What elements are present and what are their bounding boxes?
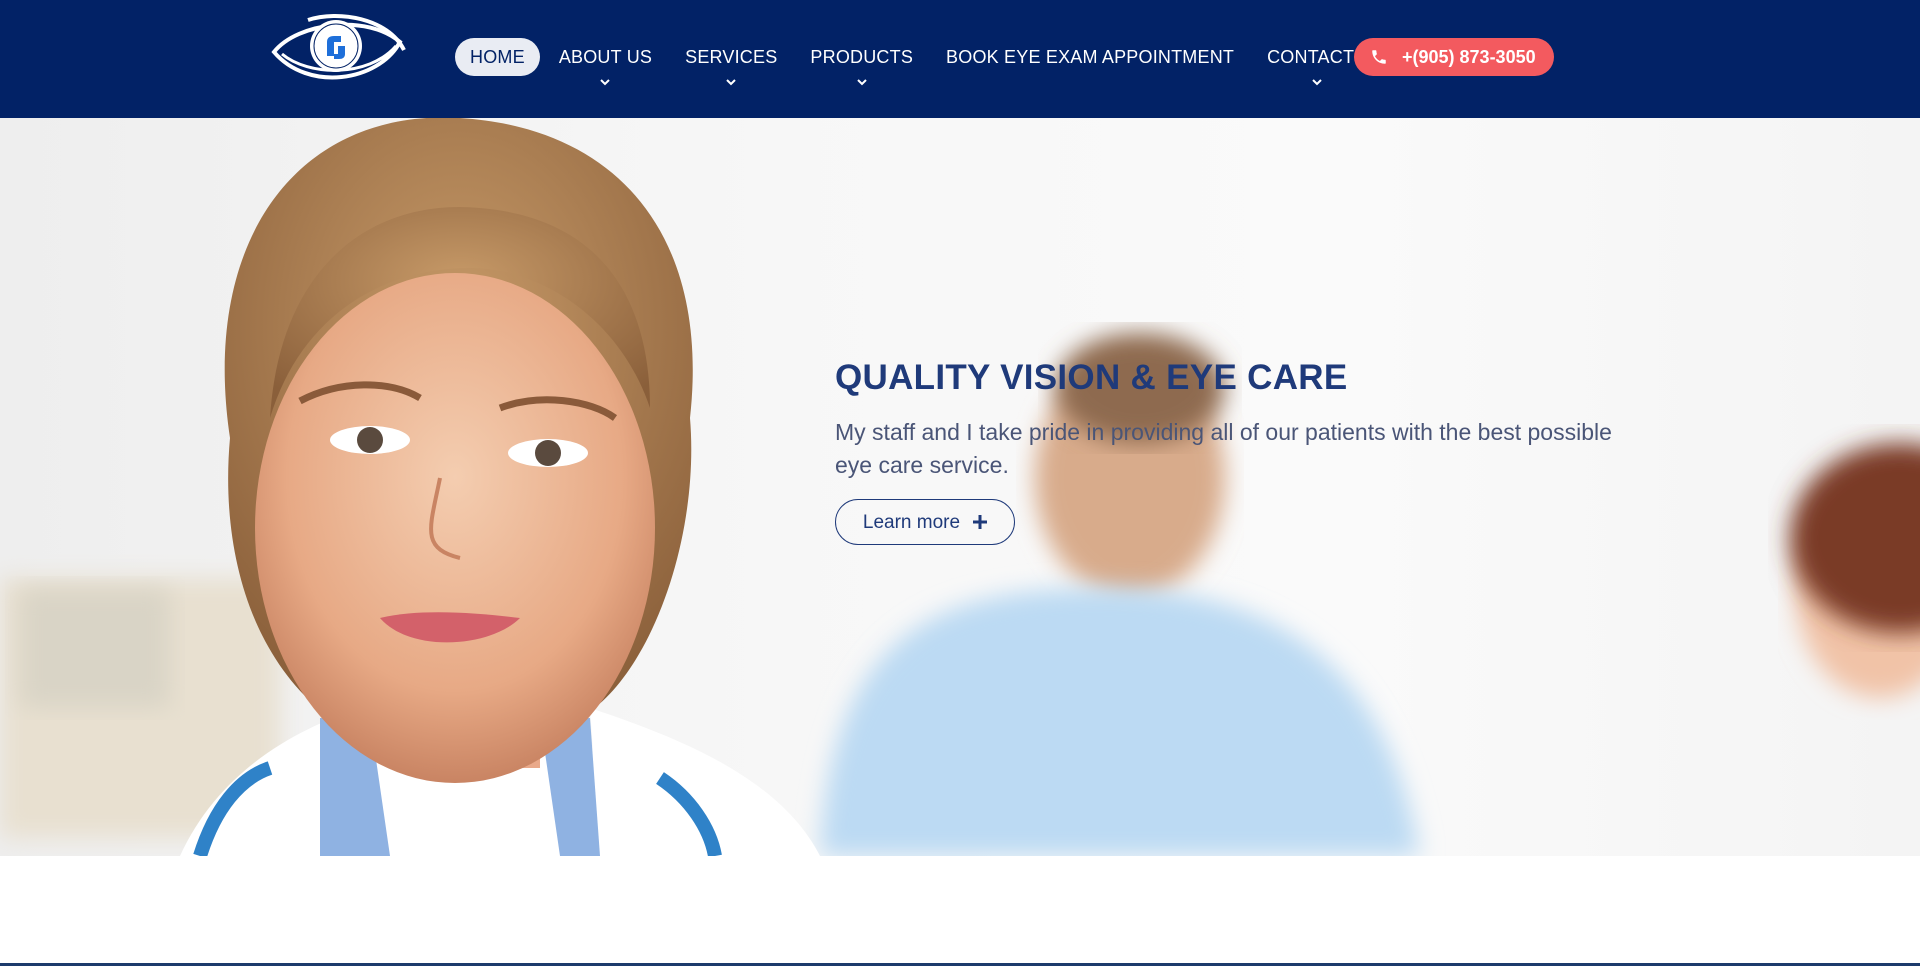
nav-book-appointment-label: BOOK EYE EXAM APPOINTMENT — [946, 47, 1235, 67]
phone-icon — [1372, 50, 1386, 64]
phone-number: +(905) 873-3050 — [1402, 47, 1536, 67]
nav-contacts-label: CONTACTS — [1267, 47, 1367, 67]
chevron-down-icon — [857, 79, 867, 86]
nav-about-us[interactable]: ABOUT US — [544, 38, 667, 86]
learn-more-button[interactable]: Learn more — [835, 499, 1015, 545]
chevron-down-icon — [726, 79, 736, 86]
hero-description: My staff and I take pride in providing a… — [835, 419, 1612, 478]
hero-title: QUALITY VISION & EYE CARE — [835, 358, 1348, 397]
nav-services[interactable]: SERVICES — [670, 38, 792, 86]
site-header: HOME ABOUT US SERVICES PRODUCTS BOOK EYE… — [0, 0, 1920, 118]
nav-book-appointment[interactable]: BOOK EYE EXAM APPOINTMENT — [931, 38, 1249, 76]
nav-services-label: SERVICES — [685, 47, 778, 67]
hero-banner: QUALITY VISION & EYE CARE My staff and I… — [0, 118, 1920, 856]
hero-photo — [0, 118, 1920, 856]
nav-products[interactable]: PRODUCTS — [795, 38, 928, 86]
chevron-down-icon — [1312, 79, 1322, 86]
eye-logo-icon[interactable] — [268, 12, 408, 86]
nav-home-label: HOME — [470, 47, 525, 67]
learn-more-label: Learn more — [862, 511, 961, 533]
nav-home[interactable]: HOME — [455, 38, 540, 76]
main-nav: HOME ABOUT US SERVICES PRODUCTS BOOK EYE… — [455, 38, 1384, 86]
plus-icon — [973, 515, 988, 529]
phone-button[interactable]: +(905) 873-3050 — [1354, 38, 1554, 76]
nav-about-us-label: ABOUT US — [558, 47, 653, 67]
nav-products-label: PRODUCTS — [810, 47, 914, 67]
chevron-down-icon — [600, 79, 611, 86]
